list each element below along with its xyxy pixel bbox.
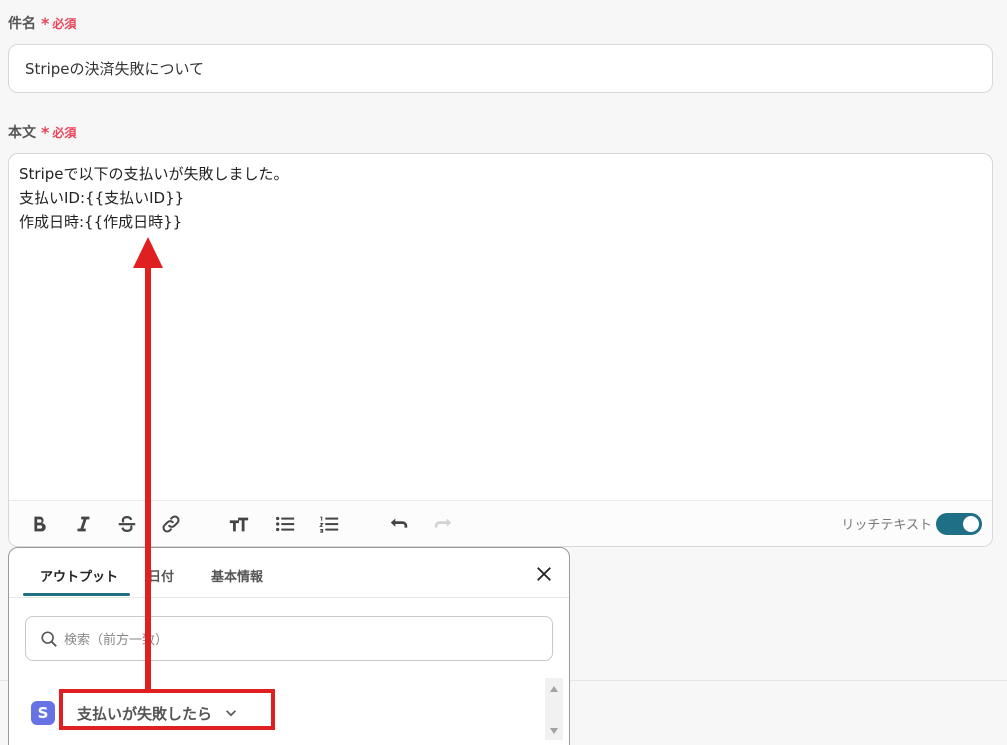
tab-date[interactable]: 日付: [148, 566, 174, 585]
subject-label: 件名: [8, 16, 36, 32]
body-label-row: 本文 * 必須: [8, 122, 76, 142]
required-text: 必須: [52, 16, 77, 31]
stripe-app-icon: S: [31, 701, 55, 725]
bold-icon[interactable]: [27, 512, 51, 536]
editor-toolbar: リッチテキスト: [9, 500, 992, 546]
body-line: 支払いID:{{支払いID}}: [19, 189, 185, 207]
required-asterisk: *: [41, 122, 50, 142]
subject-value: Stripeの決済失敗について: [25, 60, 205, 78]
rich-text-label: リッチテキスト: [841, 518, 932, 533]
numbered-list-icon[interactable]: [317, 512, 341, 536]
body-line: Stripeで以下の支払いが失敗しました。: [19, 165, 289, 183]
toggle-knob: [963, 516, 979, 532]
tab-basic-info[interactable]: 基本情報: [211, 566, 263, 585]
subject-label-row: 件名 * 必須: [8, 13, 76, 33]
active-tab-indicator: [23, 593, 130, 596]
annotation-highlight-box: [59, 689, 275, 730]
panel-scrollbar[interactable]: [545, 678, 563, 740]
rich-text-toggle[interactable]: [936, 513, 982, 535]
redo-icon: [431, 512, 455, 536]
search-input[interactable]: 検索（前方一致）: [25, 616, 553, 661]
italic-icon[interactable]: [71, 512, 95, 536]
undo-icon[interactable]: [387, 512, 411, 536]
link-icon[interactable]: [159, 512, 183, 536]
scroll-down-icon[interactable]: [550, 728, 558, 734]
search-icon: [41, 630, 57, 647]
tab-output[interactable]: アウトプット: [40, 566, 118, 585]
close-icon[interactable]: [533, 563, 555, 585]
body-label: 本文: [8, 125, 36, 141]
panel-tabs: アウトプット 日付 基本情報: [9, 548, 569, 598]
text-size-icon[interactable]: [227, 512, 251, 536]
body-editor-content[interactable]: Stripeで以下の支払いが失敗しました。 支払いID:{{支払いID}} 作成…: [9, 154, 992, 242]
required-asterisk: *: [41, 13, 50, 33]
bullet-list-icon[interactable]: [273, 512, 297, 536]
body-line: 作成日時:{{作成日時}}: [19, 213, 183, 231]
scroll-up-icon[interactable]: [550, 686, 558, 692]
required-text: 必須: [52, 125, 77, 140]
strikethrough-icon[interactable]: [115, 512, 139, 536]
subject-input[interactable]: Stripeの決済失敗について: [8, 44, 993, 93]
search-placeholder: 検索（前方一致）: [64, 633, 169, 648]
body-editor[interactable]: Stripeで以下の支払いが失敗しました。 支払いID:{{支払いID}} 作成…: [8, 153, 993, 547]
